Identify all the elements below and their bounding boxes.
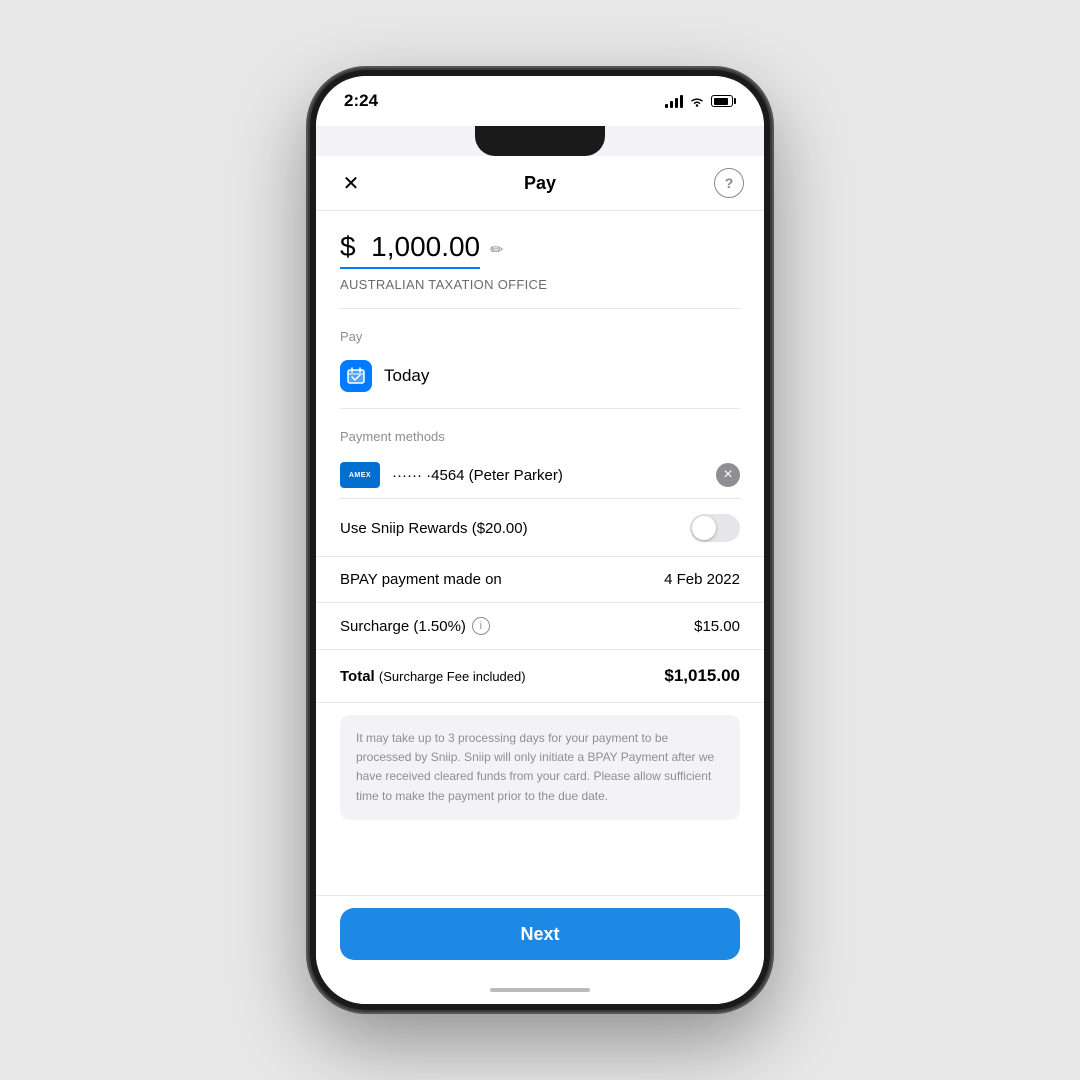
- amount-value: 1,000.00: [371, 231, 480, 262]
- close-button[interactable]: ✕: [336, 168, 366, 198]
- remove-card-button[interactable]: ×: [716, 463, 740, 487]
- nav-bar: ✕ Pay ?: [316, 156, 764, 211]
- nav-title: Pay: [524, 173, 556, 194]
- total-row: Total (Surcharge Fee included) $1,015.00: [316, 650, 764, 703]
- payment-methods-label: Payment methods: [340, 417, 740, 452]
- scroll-body[interactable]: $ 1,000.00 ✏ AUSTRALIAN TAXATION OFFICE …: [316, 211, 764, 895]
- battery-icon: [711, 95, 736, 107]
- amex-card-icon: AMEX: [340, 462, 380, 488]
- total-value: $1,015.00: [664, 666, 740, 686]
- next-button[interactable]: Next: [340, 908, 740, 960]
- pay-section-label: Pay: [340, 317, 740, 352]
- amount-section: $ 1,000.00 ✏ AUSTRALIAN TAXATION OFFICE: [316, 211, 764, 308]
- surcharge-info-button[interactable]: i: [472, 617, 490, 635]
- help-icon: ?: [725, 175, 734, 191]
- next-button-label: Next: [520, 924, 559, 945]
- content: ✕ Pay ? $ 1,000.00 ✏: [316, 156, 764, 1004]
- bpay-label: BPAY payment made on: [340, 571, 502, 588]
- phone-frame: 2:24: [310, 70, 770, 1010]
- home-bar: [490, 988, 590, 992]
- amex-text: AMEX: [349, 472, 371, 479]
- remove-icon: ×: [723, 467, 732, 483]
- bpay-date: 4 Feb 2022: [664, 571, 740, 588]
- signal-icon: [665, 94, 683, 108]
- currency-symbol: $: [340, 231, 356, 262]
- rewards-row: Use Sniip Rewards ($20.00): [316, 500, 764, 557]
- status-bar: 2:24: [316, 76, 764, 126]
- screen: 2:24: [316, 76, 764, 1004]
- disclaimer-box: It may take up to 3 processing days for …: [340, 715, 740, 820]
- amount-display: $ 1,000.00: [340, 231, 480, 269]
- pay-date-text: Today: [384, 366, 429, 386]
- toggle-knob: [692, 516, 716, 540]
- surcharge-value: $15.00: [694, 618, 740, 635]
- edit-icon[interactable]: ✏: [490, 240, 503, 260]
- calendar-icon: [340, 360, 372, 392]
- surcharge-label-text: Surcharge (1.50%): [340, 618, 466, 635]
- total-sub-label: (Surcharge Fee included): [379, 669, 526, 684]
- home-indicator: [316, 976, 764, 1004]
- payment-methods-section: Payment methods AMEX ······ ·4564 (Peter…: [316, 417, 764, 499]
- help-button[interactable]: ?: [714, 168, 744, 198]
- pay-date-row[interactable]: Today: [340, 352, 740, 409]
- amount-row: $ 1,000.00 ✏: [340, 231, 740, 269]
- card-details: ······ ·4564 (Peter Parker): [392, 467, 704, 484]
- disclaimer-text: It may take up to 3 processing days for …: [356, 729, 724, 806]
- biller-name: AUSTRALIAN TAXATION OFFICE: [340, 277, 740, 292]
- status-icons: [665, 94, 736, 108]
- surcharge-label-group: Surcharge (1.50%) i: [340, 617, 490, 635]
- surcharge-row: Surcharge (1.50%) i $15.00: [316, 603, 764, 650]
- payment-method-row[interactable]: AMEX ······ ·4564 (Peter Parker) ×: [340, 452, 740, 499]
- bottom-spacer: [316, 832, 764, 892]
- bpay-date-row: BPAY payment made on 4 Feb 2022: [316, 557, 764, 603]
- rewards-toggle[interactable]: [690, 514, 740, 542]
- wifi-icon: [689, 95, 705, 107]
- status-time: 2:24: [344, 91, 378, 111]
- total-label: Total (Surcharge Fee included): [340, 668, 526, 685]
- close-icon: ✕: [343, 171, 360, 196]
- notch: [475, 126, 605, 156]
- rewards-label: Use Sniip Rewards ($20.00): [340, 520, 528, 537]
- pay-date-section: Pay Today: [316, 317, 764, 409]
- next-button-container: Next: [316, 895, 764, 976]
